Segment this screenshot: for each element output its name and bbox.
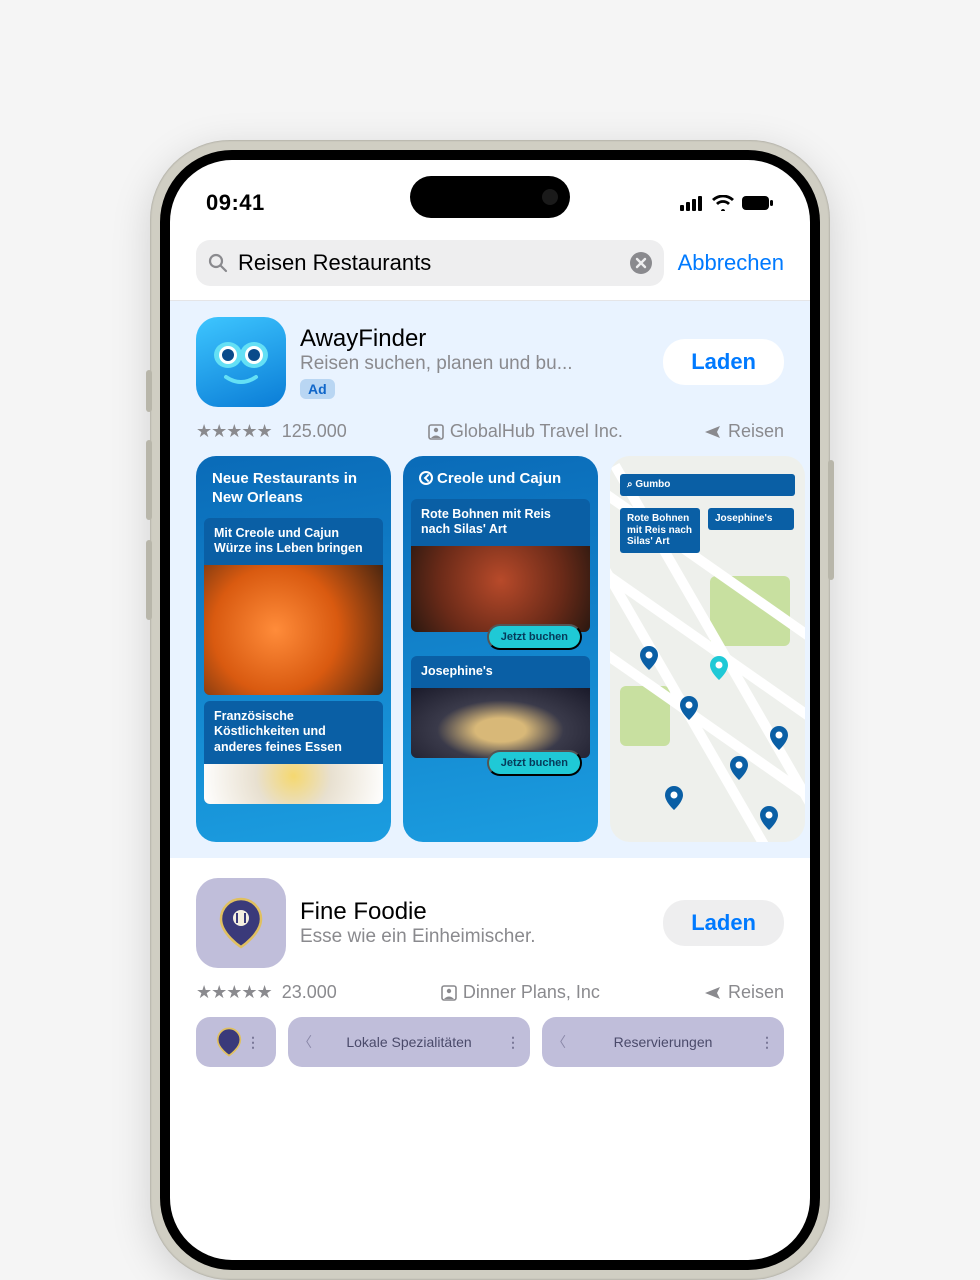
food-image-shrimp bbox=[204, 565, 383, 695]
cancel-button[interactable]: Abbrechen bbox=[678, 250, 784, 276]
rating-count: 125.000 bbox=[282, 421, 347, 442]
get-button[interactable]: Laden bbox=[663, 900, 784, 946]
clear-icon[interactable] bbox=[630, 252, 652, 274]
category-label: Reisen bbox=[728, 421, 784, 442]
map-label: Josephine's bbox=[708, 508, 794, 530]
screen: 09:41 Reisen Restaurants Abbrechen bbox=[170, 160, 810, 1260]
food-image-stew bbox=[411, 546, 590, 632]
shot-title: Creole und Cajun bbox=[411, 466, 590, 499]
app-info-row: ★★★★★ 125.000 GlobalHub Travel Inc. Reis… bbox=[196, 421, 784, 442]
battery-icon bbox=[742, 195, 774, 211]
plane-icon bbox=[704, 423, 722, 441]
screenshot-thumb[interactable]: ⋮ bbox=[196, 1017, 276, 1067]
book-button[interactable]: Jetzt buchen bbox=[487, 624, 582, 650]
app-title: AwayFinder bbox=[300, 325, 649, 353]
search-icon bbox=[208, 253, 228, 273]
developer-icon bbox=[441, 985, 457, 1001]
cellular-icon bbox=[680, 195, 704, 211]
chevron-left-icon: 〈 bbox=[298, 1032, 312, 1052]
wifi-icon bbox=[712, 195, 734, 211]
developer-name: GlobalHub Travel Inc. bbox=[450, 421, 623, 442]
shot-card-text: Mit Creole und Cajun Würze ins Leben bri… bbox=[204, 518, 383, 565]
get-button[interactable]: Laden bbox=[663, 339, 784, 385]
map-pin-icon bbox=[640, 646, 658, 670]
star-rating-icon: ★★★★★ bbox=[196, 982, 272, 1003]
screenshot-2[interactable]: Creole und Cajun Rote Bohnen mit Reis na… bbox=[403, 456, 598, 842]
side-button bbox=[146, 370, 152, 412]
more-icon: ⋮ bbox=[506, 1034, 520, 1051]
plane-icon bbox=[704, 984, 722, 1002]
chevron-left-icon: 〈 bbox=[552, 1032, 566, 1052]
more-icon: ⋮ bbox=[246, 1034, 260, 1051]
pin-icon bbox=[212, 1025, 246, 1059]
screenshot-1[interactable]: Neue Restaurants in New Orleans Mit Creo… bbox=[196, 456, 391, 842]
ad-result: AwayFinder Reisen suchen, planen und bu.… bbox=[170, 301, 810, 858]
ad-badge: Ad bbox=[300, 379, 335, 399]
app-icon-finefoodie[interactable] bbox=[196, 878, 286, 968]
map-pin-icon bbox=[680, 696, 698, 720]
power-button bbox=[828, 460, 834, 580]
star-rating-icon: ★★★★★ bbox=[196, 421, 272, 442]
book-button[interactable]: Jetzt buchen bbox=[487, 750, 582, 776]
screenshot-thumb[interactable]: 〈 Reservierungen ⋮ bbox=[542, 1017, 784, 1067]
map-pin-icon bbox=[710, 656, 728, 680]
map-pin-icon bbox=[770, 726, 788, 750]
app-subtitle: Esse wie ein Einheimischer. bbox=[300, 926, 649, 948]
rating-count: 23.000 bbox=[282, 982, 337, 1003]
tab-label: Reservierungen bbox=[614, 1034, 713, 1050]
shot-title: Neue Restaurants in New Orleans bbox=[204, 466, 383, 518]
map-pin-icon bbox=[760, 806, 778, 830]
shot-card-text: Josephine's bbox=[411, 656, 590, 688]
more-icon: ⋮ bbox=[760, 1034, 774, 1051]
phone-frame: 09:41 Reisen Restaurants Abbrechen bbox=[150, 140, 830, 1280]
search-query: Reisen Restaurants bbox=[238, 250, 620, 276]
search-bar: Reisen Restaurants Abbrechen bbox=[170, 230, 810, 301]
organic-result: Fine Foodie Esse wie ein Einheimischer. … bbox=[170, 858, 810, 1067]
shot-card-text: Französische Köstlichkeiten und anderes … bbox=[204, 701, 383, 764]
screenshot-row[interactable]: Neue Restaurants in New Orleans Mit Creo… bbox=[196, 456, 784, 842]
app-info-row: ★★★★★ 23.000 Dinner Plans, Inc Reisen bbox=[196, 982, 784, 1003]
category-label: Reisen bbox=[728, 982, 784, 1003]
shot-card-text: Rote Bohnen mit Reis nach Silas' Art bbox=[411, 499, 590, 546]
app-subtitle: Reisen suchen, planen und bu... bbox=[300, 353, 649, 375]
screenshot-thumb[interactable]: 〈 Lokale Spezialitäten ⋮ bbox=[288, 1017, 530, 1067]
volume-up-button bbox=[146, 440, 152, 520]
app-title: Fine Foodie bbox=[300, 898, 649, 926]
volume-down-button bbox=[146, 540, 152, 620]
screenshot-row[interactable]: ⋮ 〈 Lokale Spezialitäten ⋮ 〈 Reservierun… bbox=[196, 1017, 784, 1067]
food-image-cocktail bbox=[411, 688, 590, 758]
screenshot-3-map[interactable]: ⌕ Gumbo Rote Bohnen mit Reis nach Silas'… bbox=[610, 456, 805, 842]
back-icon bbox=[419, 471, 433, 485]
developer-name: Dinner Plans, Inc bbox=[463, 982, 600, 1003]
map-label: Rote Bohnen mit Reis nach Silas' Art bbox=[620, 508, 700, 553]
dynamic-island bbox=[410, 176, 570, 218]
tab-label: Lokale Spezialitäten bbox=[346, 1034, 471, 1050]
developer-icon bbox=[428, 424, 444, 440]
status-time: 09:41 bbox=[206, 190, 265, 216]
map-pin-icon bbox=[665, 786, 683, 810]
map-search-label: ⌕ Gumbo bbox=[620, 474, 795, 496]
map-pin-icon bbox=[730, 756, 748, 780]
search-input[interactable]: Reisen Restaurants bbox=[196, 240, 664, 286]
app-icon-awayfinder[interactable] bbox=[196, 317, 286, 407]
food-image-plate bbox=[204, 764, 383, 804]
